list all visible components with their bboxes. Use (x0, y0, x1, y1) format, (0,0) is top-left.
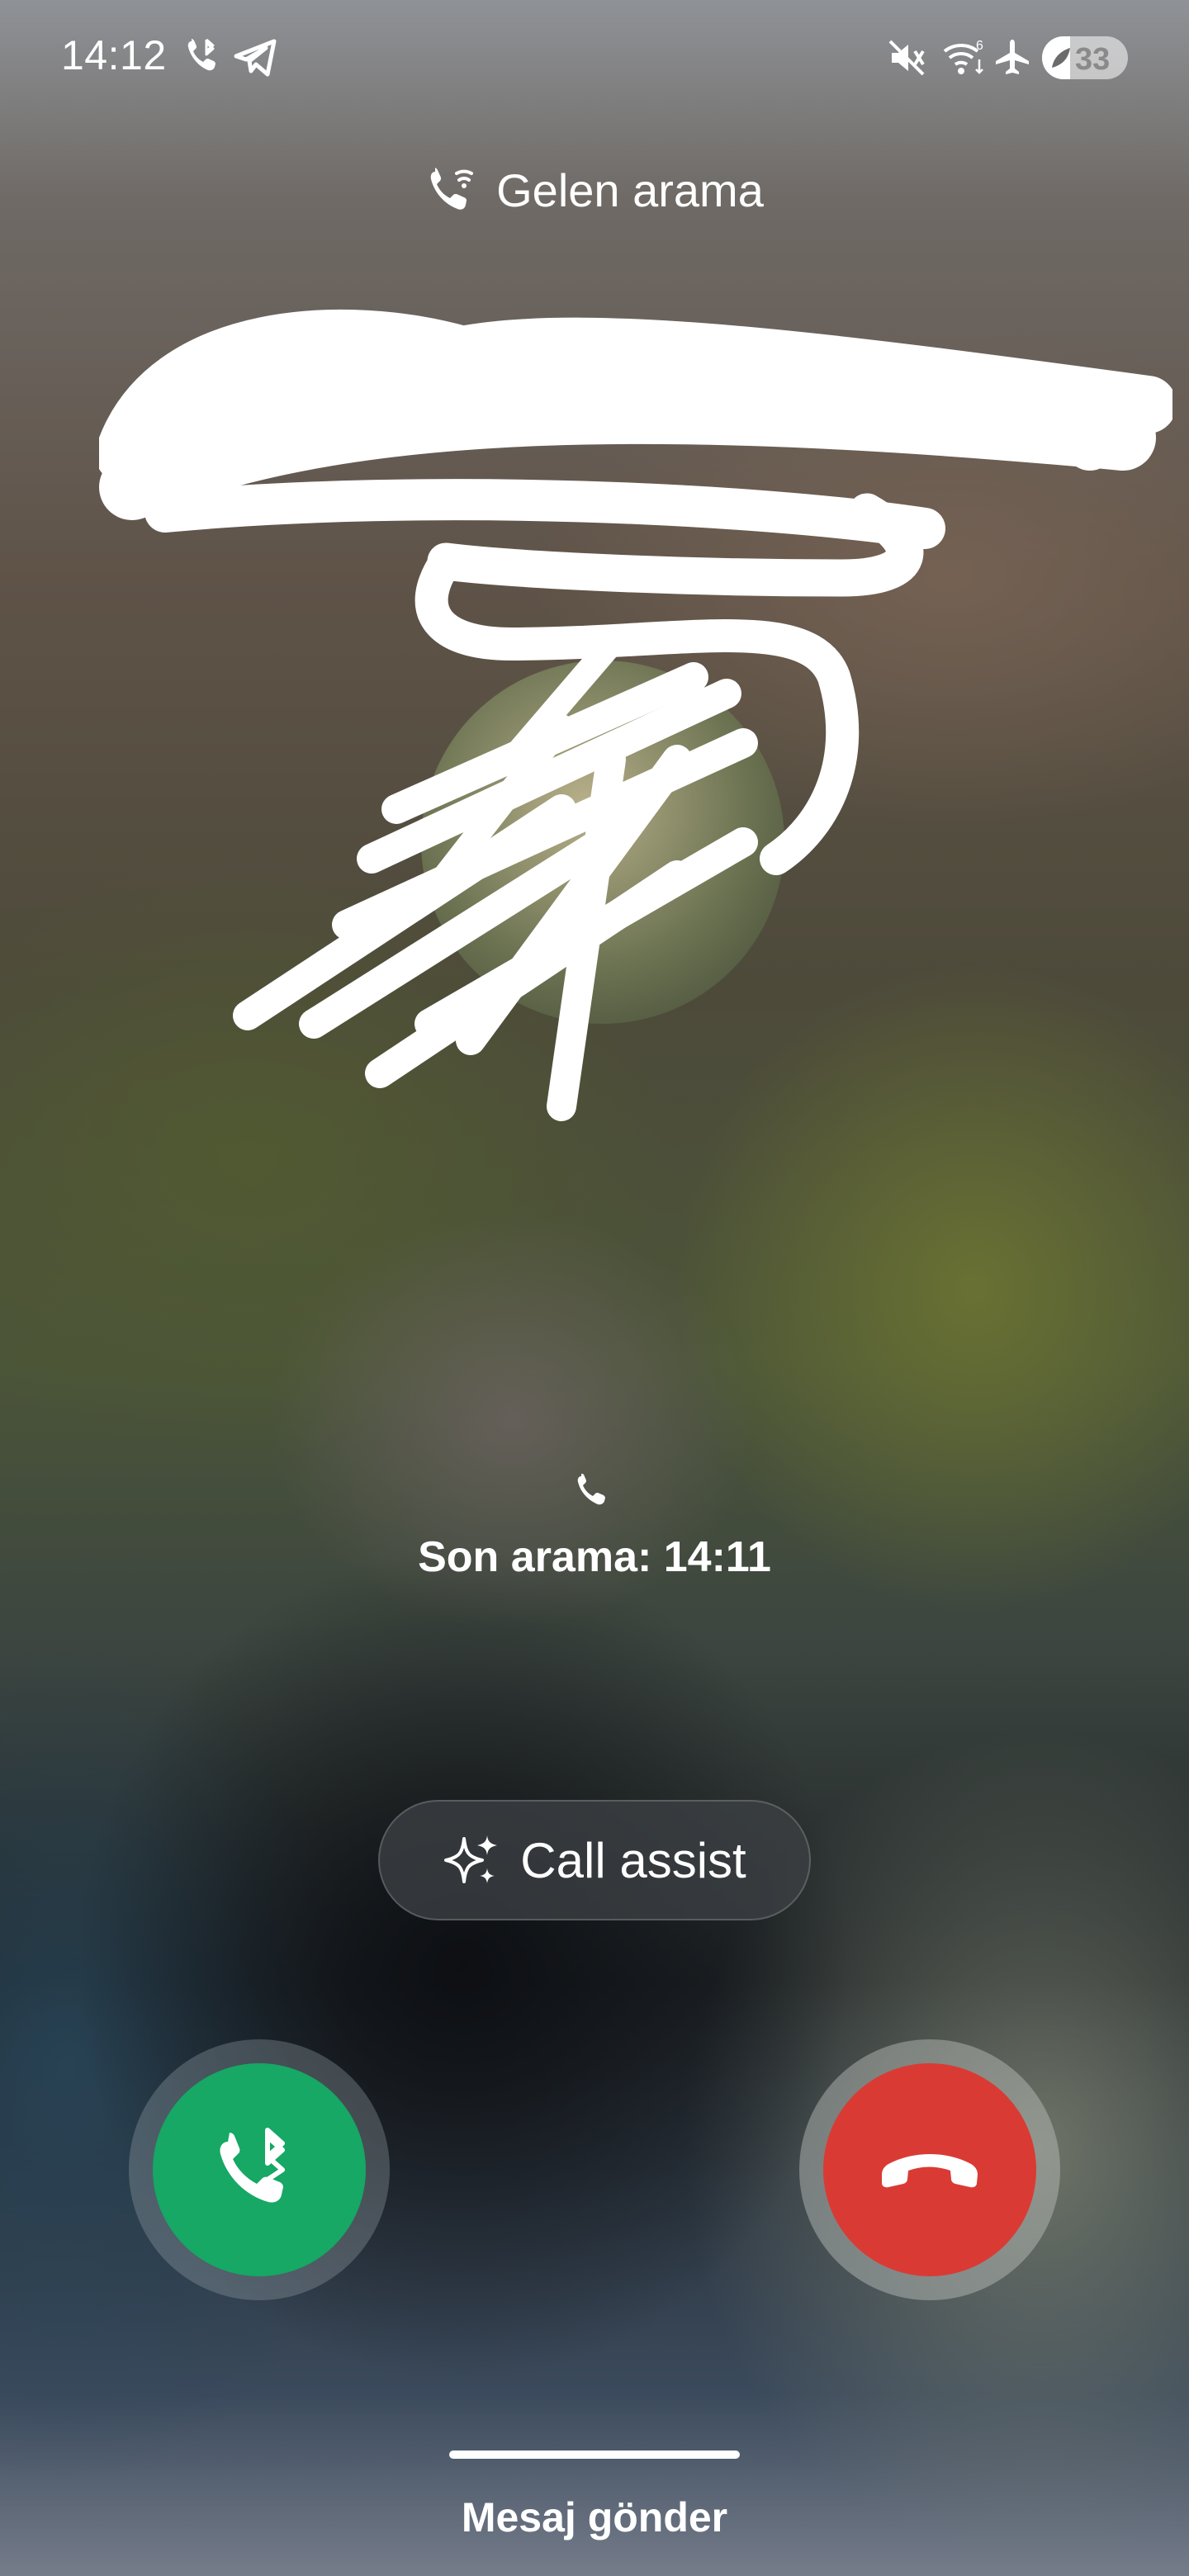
status-time: 14:12 (61, 32, 167, 78)
send-message-button[interactable]: Mesaj gönder (0, 2493, 1189, 2541)
mute-icon (888, 40, 925, 76)
bluetooth-call-icon (187, 38, 216, 71)
last-call-info: Son arama: 14:11 (0, 1470, 1189, 1582)
incoming-call-header: Gelen arama (0, 157, 1189, 223)
hang-up-icon (882, 2154, 978, 2188)
bluetooth-phone-icon (220, 2128, 285, 2203)
call-assist-button[interactable]: Call assist (378, 1800, 811, 1920)
answer-call-button[interactable] (129, 2039, 390, 2300)
svg-text:6: 6 (976, 39, 983, 53)
phone-icon (577, 1474, 605, 1505)
wifi-call-icon (430, 168, 474, 210)
sparkle-icon (444, 1835, 498, 1883)
battery-level: 33 (1075, 42, 1111, 77)
airplane-icon (996, 40, 1029, 74)
status-bar: 14:12 6 33 (0, 25, 1189, 91)
redaction-scribble (99, 309, 1172, 1121)
last-call-text: Son arama: 14:11 (418, 1533, 771, 1581)
incoming-call-label: Gelen arama (496, 163, 764, 216)
wifi-calling-icon: 6 (943, 39, 983, 74)
swipe-up-handle[interactable] (449, 2451, 740, 2459)
answer-call-circle[interactable] (153, 2063, 366, 2276)
battery-icon: 33 (1042, 36, 1128, 79)
caller-info-redacted (99, 297, 1172, 1139)
decline-call-button[interactable] (799, 2039, 1060, 2300)
decline-call-circle[interactable] (823, 2063, 1036, 2276)
call-assist-label: Call assist (520, 1832, 746, 1888)
telegram-icon (234, 39, 277, 77)
